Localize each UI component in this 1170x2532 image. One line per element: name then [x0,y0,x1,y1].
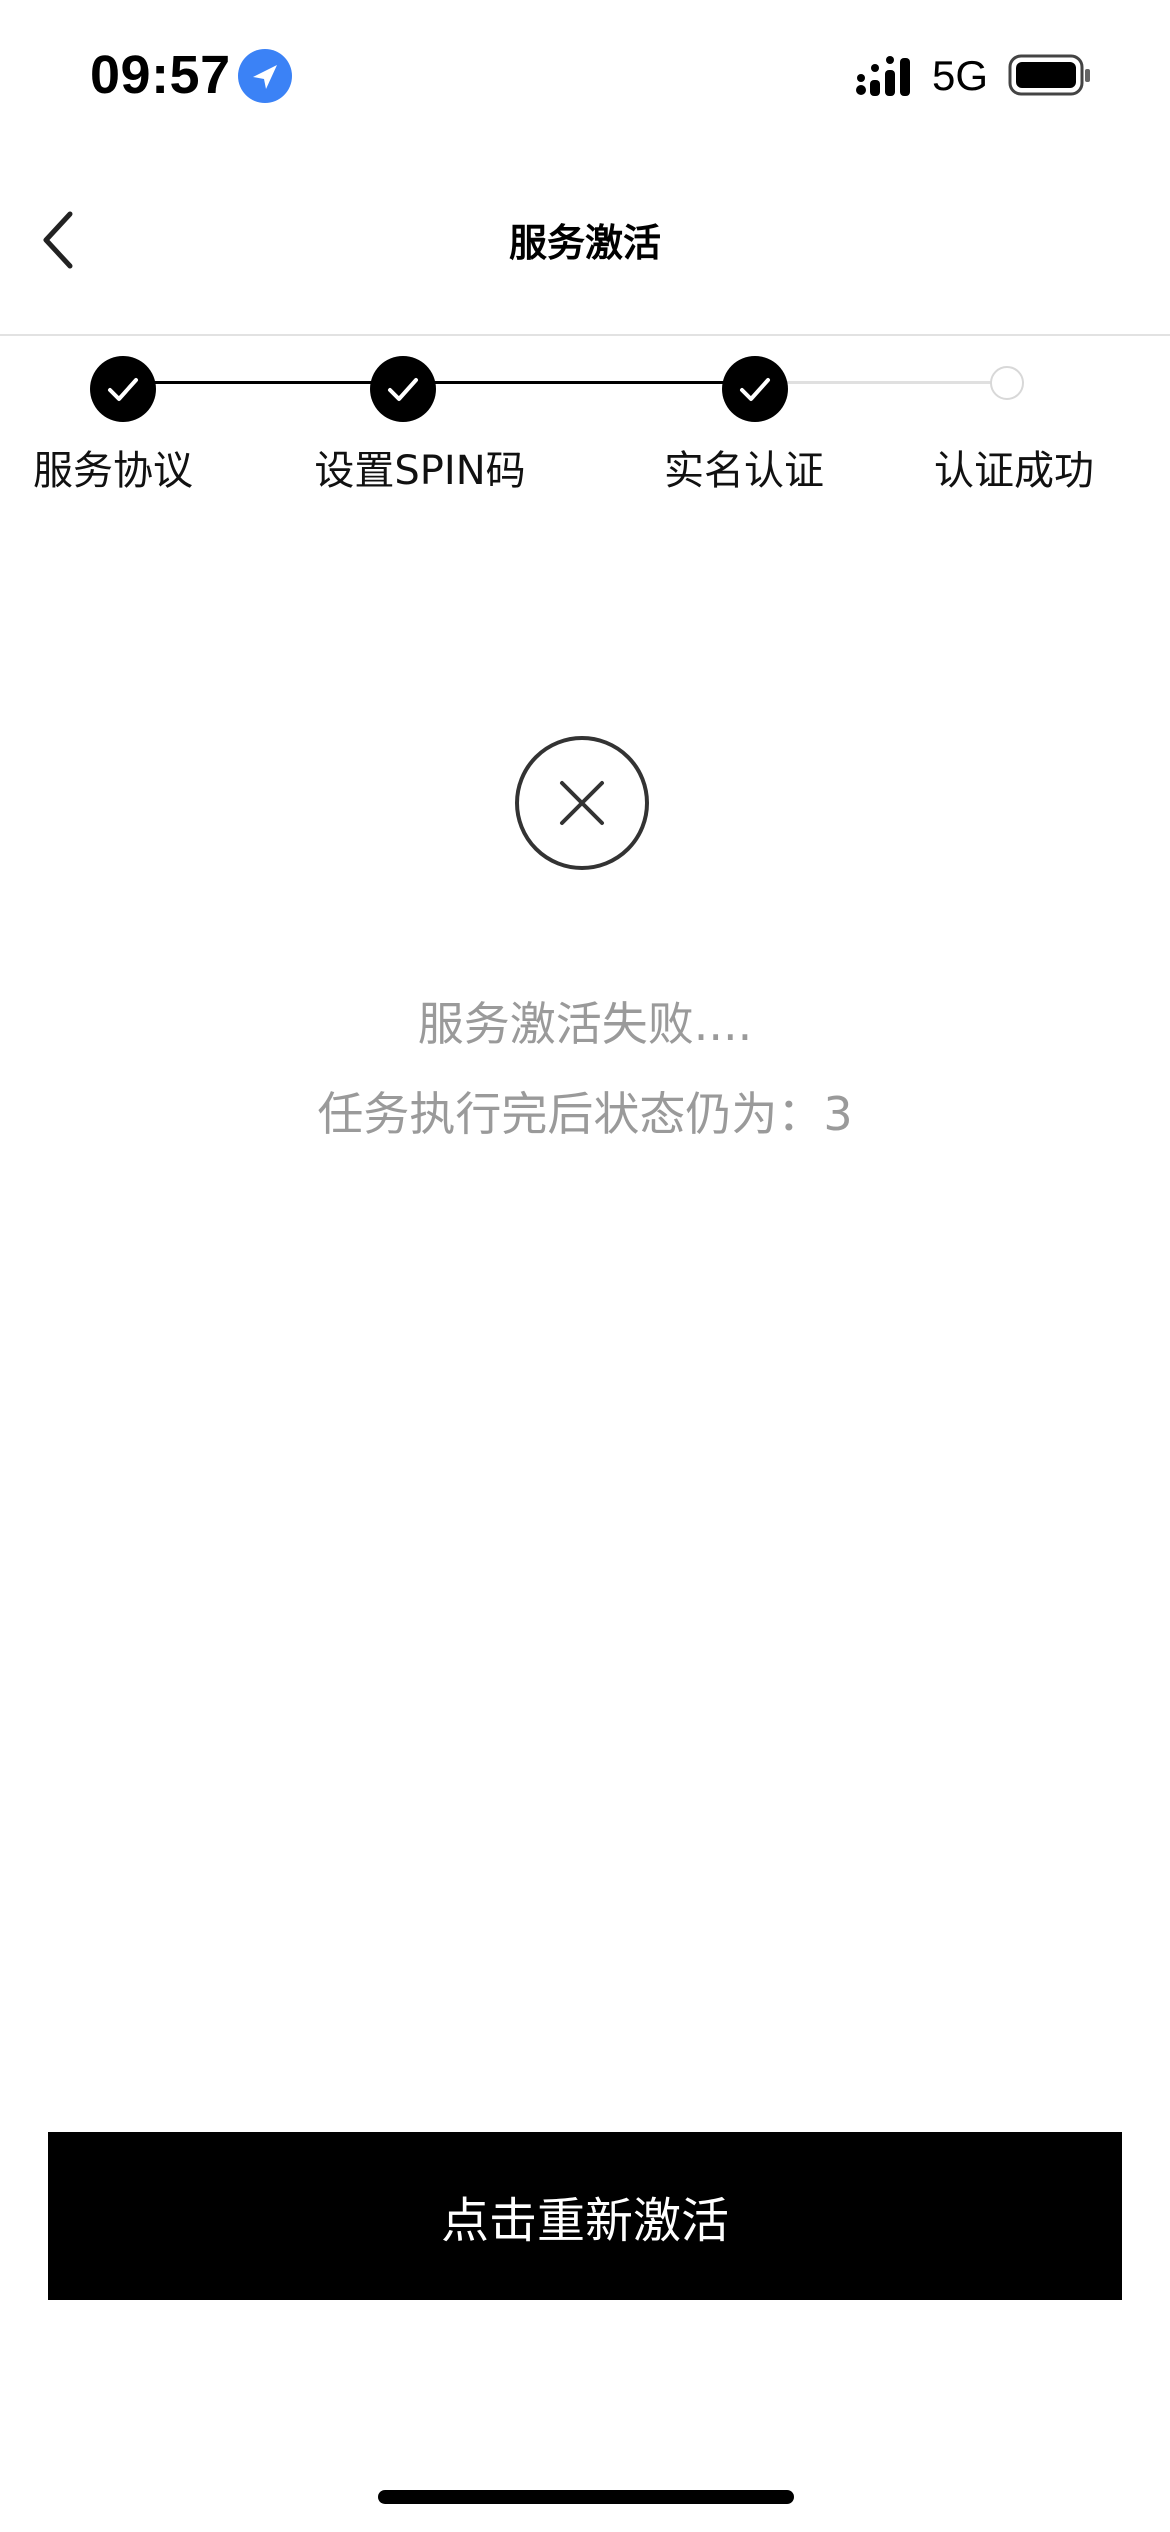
status-bar: 09:57 5G [0,0,1170,150]
step-connector [756,381,1006,384]
signal-bars-icon [856,56,910,96]
network-type: 5G [932,52,989,99]
step-done-icon [722,356,788,422]
step-pending-icon [990,366,1024,400]
status-time: 09:57 [90,45,231,105]
step-connector [403,381,756,384]
reactivate-button[interactable]: 点击重新激活 [48,2132,1122,2300]
location-arrow-icon [238,49,292,103]
home-indicator[interactable] [378,2490,794,2504]
step-done-icon [370,356,436,422]
step-label: 服务协议 [33,448,193,494]
result-detail: 任务执行完后状态仍为：3 [317,1087,853,1141]
step-label: 认证成功 [934,448,1094,494]
step-connector [123,381,403,384]
step-done-icon [90,356,156,422]
nav-bar: 服务激活 [0,150,1170,336]
page-title: 服务激活 [508,221,661,265]
result-title: 服务激活失败.... [417,997,753,1051]
progress-stepper: 服务协议 设置SPIN码 实名认证 认证成功 [0,336,1170,506]
step-label: 设置SPIN码 [314,448,526,494]
battery-icon [1008,54,1090,96]
close-circle-icon [515,736,649,870]
step-label: 实名认证 [664,448,824,494]
